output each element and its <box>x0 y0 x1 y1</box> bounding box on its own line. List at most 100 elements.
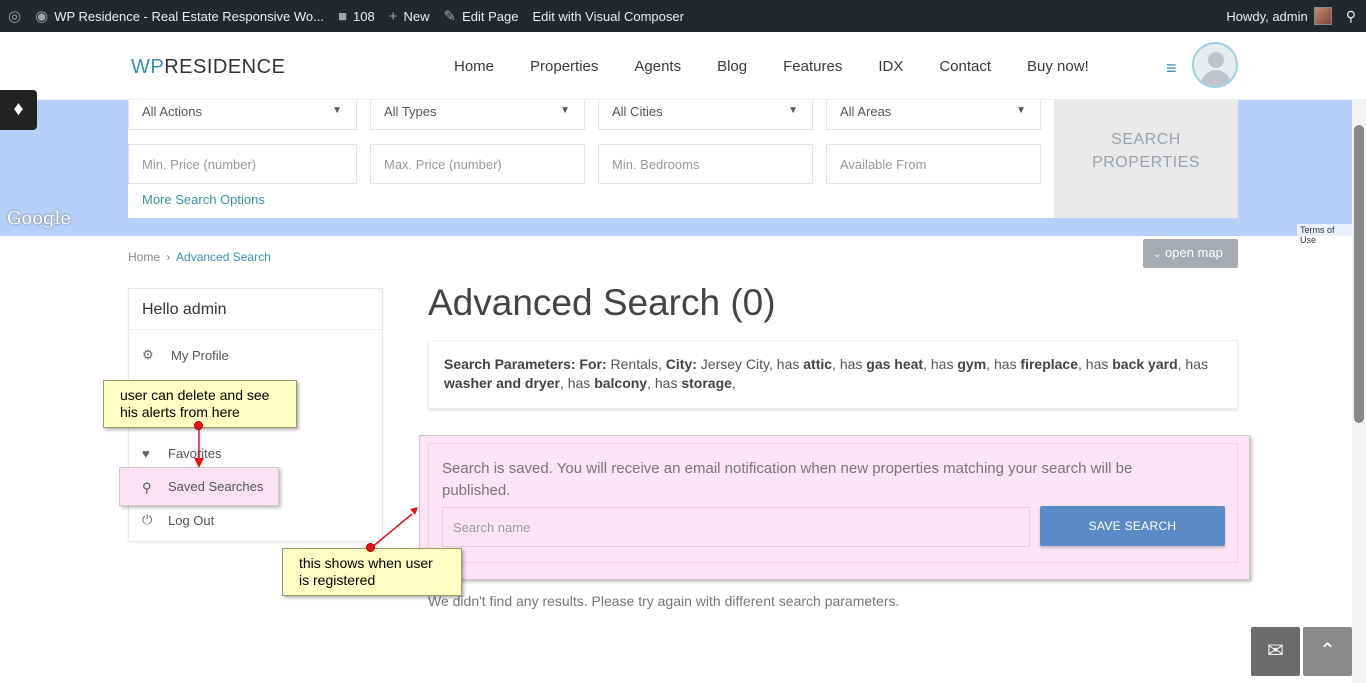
feature-item: gas heat <box>866 356 924 372</box>
logo-residence: RESIDENCE <box>164 56 286 78</box>
menu-divider <box>129 329 382 330</box>
open-map-button[interactable]: ⌄ open map <box>1143 239 1238 268</box>
feature-item: washer and dryer <box>444 375 560 391</box>
types-select[interactable]: All Types ▼ <box>370 100 585 130</box>
params-has: has <box>776 356 800 372</box>
search-name-input[interactable]: Search name <box>442 507 1030 547</box>
feature-item: back yard <box>1112 356 1178 372</box>
edit-page-link[interactable]: ✎ Edit Page <box>436 0 525 32</box>
wp-admin-bar: ◎ ◉ WP Residence - Real Estate Responsiv… <box>0 0 1366 32</box>
min-price-input[interactable]: Min. Price (number) <box>128 144 357 184</box>
areas-select[interactable]: All Areas ▼ <box>826 100 1041 130</box>
site-logo[interactable]: WPRESIDENCE <box>131 56 285 79</box>
areas-select-value: All Areas <box>840 104 892 119</box>
avatar-head-shape <box>1208 52 1224 68</box>
params-has: has <box>993 356 1017 372</box>
caret-down-icon: ▼ <box>560 105 570 116</box>
edit-page-label: Edit Page <box>462 8 519 24</box>
scrollbar-thumb[interactable] <box>1354 125 1364 423</box>
map-area[interactable]: All Actions ▼ All Types ▼ All Cities ▼ A… <box>0 100 1355 246</box>
menu-favorites[interactable]: ♥ Favorites <box>142 446 221 461</box>
search-properties-button[interactable]: SEARCH PROPERTIES <box>1054 100 1238 218</box>
logo-wp: WP <box>131 56 165 78</box>
nav-blog[interactable]: Blog <box>699 58 765 75</box>
actions-select[interactable]: All Actions ▼ <box>128 100 357 130</box>
nav-features[interactable]: Features <box>765 58 860 75</box>
params-has: has <box>654 375 678 391</box>
feature-item: storage <box>681 375 732 391</box>
main-nav: Home Properties Agents Blog Features IDX… <box>436 32 1107 100</box>
user-avatar-button[interactable] <box>1192 42 1238 88</box>
params-has: has <box>1185 356 1208 372</box>
params-label: Search Parameters: <box>444 356 576 372</box>
menu-log-out[interactable]: ⏻ Log Out <box>142 512 214 528</box>
search-button-line1: SEARCH <box>1111 131 1181 148</box>
terms-of-use-link[interactable]: Terms of Use <box>1297 224 1355 246</box>
params-has: has <box>567 375 591 391</box>
visual-composer-link[interactable]: Edit with Visual Composer <box>525 0 691 32</box>
menu-my-profile[interactable]: ⚙ My Profile <box>142 347 229 363</box>
cities-select[interactable]: All Cities ▼ <box>598 100 813 130</box>
feature-item: gym <box>957 356 987 372</box>
new-label: New <box>403 8 430 24</box>
chevron-up-icon: ⌃ <box>1319 640 1336 662</box>
heart-icon: ♥ <box>142 446 150 461</box>
dashboard-icon: ◉ <box>35 8 49 25</box>
actions-select-value: All Actions <box>142 104 202 119</box>
site-header: WPRESIDENCE Home Properties Agents Blog … <box>0 32 1366 100</box>
no-results-message: We didn't find any results. Please try a… <box>428 593 900 609</box>
admin-search-button[interactable]: ⚲ <box>1339 0 1366 32</box>
nav-home[interactable]: Home <box>436 58 512 75</box>
available-from-input[interactable]: Available From <box>826 144 1041 184</box>
nav-buy-now[interactable]: Buy now! <box>1009 58 1107 75</box>
nav-agents[interactable]: Agents <box>616 58 699 75</box>
admin-avatar <box>1313 7 1332 25</box>
search-saved-message: Search is saved. You will receive an ema… <box>442 460 1133 499</box>
contact-envelope-button[interactable]: ✉ <box>1251 627 1300 676</box>
my-account-link[interactable]: Howdy, admin <box>1219 0 1338 32</box>
avatar-body-shape <box>1201 70 1231 86</box>
breadcrumb-current: Advanced Search <box>176 250 271 264</box>
search-button-line2: PROPERTIES <box>1092 154 1200 171</box>
cities-select-value: All Cities <box>612 104 663 119</box>
nav-properties[interactable]: Properties <box>512 58 616 75</box>
menu-hamburger-icon[interactable]: ≡ <box>1166 58 1177 79</box>
breadcrumb-separator: › <box>166 250 171 264</box>
new-content-link[interactable]: + New <box>382 0 437 32</box>
min-bedrooms-input[interactable]: Min. Bedrooms <box>598 144 813 184</box>
params-has: has <box>839 356 863 372</box>
params-has: has <box>930 356 954 372</box>
menu-saved-searches[interactable]: ⚲ Saved Searches <box>119 467 279 506</box>
gears-icon: ⚙ <box>142 347 154 362</box>
paint-bucket-icon[interactable]: ♦ <box>0 90 37 130</box>
comments-link[interactable]: ■ 108 <box>331 0 382 32</box>
hello-heading: Hello admin <box>142 301 227 318</box>
back-to-top-button[interactable]: ⌃ <box>1303 627 1352 676</box>
comment-icon: ■ <box>337 7 347 25</box>
site-name-link[interactable]: ◉ WP Residence - Real Estate Responsive … <box>28 0 331 32</box>
menu-favorites-label: Favorites <box>168 446 222 461</box>
params-for-label: For: <box>579 356 607 372</box>
caret-down-icon: ▼ <box>788 105 798 116</box>
types-select-value: All Types <box>384 104 437 119</box>
site-title: WP Residence - Real Estate Responsive Wo… <box>54 8 324 24</box>
wordpress-logo-button[interactable]: ◎ <box>0 0 28 32</box>
callout-dot <box>194 421 203 430</box>
breadcrumb-home[interactable]: Home <box>128 250 160 264</box>
visual-composer-label: Edit with Visual Composer <box>532 8 684 24</box>
nav-contact[interactable]: Contact <box>921 58 1009 75</box>
max-price-input[interactable]: Max. Price (number) <box>370 144 585 184</box>
google-logo: Google <box>7 208 71 229</box>
save-search-button[interactable]: SAVE SEARCH <box>1040 506 1225 546</box>
plus-icon: + <box>388 7 398 25</box>
advanced-search-form: All Actions ▼ All Types ▼ All Cities ▼ A… <box>128 100 1054 218</box>
pencil-icon: ✎ <box>443 8 457 25</box>
caret-down-icon: ▼ <box>1016 105 1026 116</box>
howdy-label: Howdy, admin <box>1226 8 1308 24</box>
more-search-options-link[interactable]: More Search Options <box>142 192 265 207</box>
menu-saved-searches-label: Saved Searches <box>168 479 264 494</box>
nav-idx[interactable]: IDX <box>860 58 921 75</box>
open-map-label: open map <box>1165 245 1223 260</box>
chevron-down-icon: ⌄ <box>1153 249 1162 260</box>
feature-item: balcony <box>594 375 648 391</box>
